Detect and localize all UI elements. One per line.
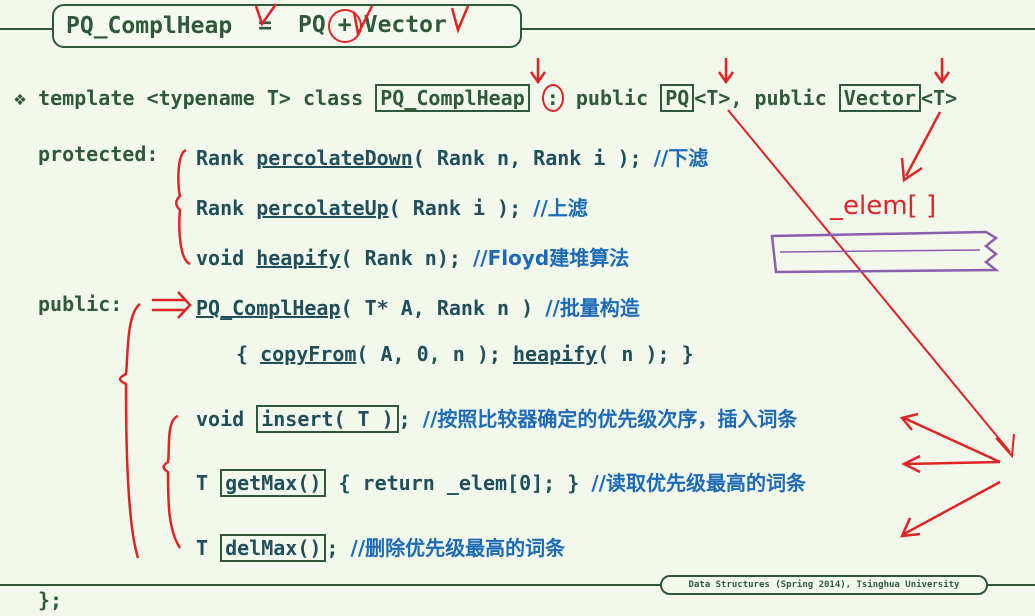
- ctor-fn: PQ_ComplHeap: [196, 296, 341, 320]
- insert-line: void insert( T ); //按照比较器确定的优先级次序，插入词条: [196, 403, 798, 433]
- elem-annotation: _elem[ ]: [829, 191, 936, 221]
- body-args1: ( A, 0, n );: [356, 342, 501, 366]
- p2-type: Rank: [196, 196, 245, 220]
- arrow-down-pq: [717, 58, 735, 85]
- title-pq: PQ: [298, 12, 326, 38]
- title-eq: =: [258, 13, 273, 39]
- delmax-semi: ;: [326, 536, 339, 560]
- title-plus: +: [327, 9, 362, 43]
- arrow-down-class: [529, 58, 547, 85]
- p2-comment: //上滤: [533, 196, 588, 220]
- p3-fn: heapify: [256, 246, 341, 270]
- decl-t2: <T>: [921, 86, 958, 110]
- body-fn2: heapify: [512, 342, 598, 366]
- p1-comment: //下滤: [653, 146, 709, 170]
- arrow-to-insert: [899, 412, 1001, 464]
- getmax-sig: getMax(): [220, 469, 327, 497]
- ctor-comment: //批量构造: [545, 296, 640, 320]
- decl-class-name: PQ_ComplHeap: [375, 84, 530, 112]
- ctor-line: PQ_ComplHeap( T* A, Rank n ) //批量构造: [196, 292, 640, 321]
- insert-semi: ;: [398, 407, 411, 431]
- decl-colon: :: [541, 84, 564, 112]
- body-fn1: copyFrom: [260, 342, 357, 366]
- footer-credit: Data Structures (Spring 2014), Tsinghua …: [660, 575, 988, 595]
- protected-brace: [175, 148, 191, 266]
- p2-args: ( Rank i );: [388, 196, 522, 220]
- decl-template: template <typename T> class: [38, 86, 364, 110]
- insert-comment: //按照比较器确定的优先级次序，插入词条: [422, 407, 798, 431]
- ctor-body-line: { copyFrom( A, 0, n ); heapify( n ); }: [236, 342, 694, 366]
- getmax-comment: //读取优先级最高的词条: [591, 471, 806, 495]
- insert-type: void: [196, 407, 245, 431]
- delmax-comment: //删除优先级最高的词条: [350, 536, 566, 560]
- ctor-args: ( T* A, Rank n ): [340, 296, 534, 320]
- p3-type: void: [196, 246, 245, 270]
- protected-line-3: void heapify( Rank n); //Floyd建堆算法: [196, 242, 629, 271]
- getmax-type: T: [196, 471, 209, 495]
- protected-line-2: Rank percolateUp( Rank i ); //上滤: [196, 192, 588, 221]
- delmax-type: T: [196, 536, 209, 560]
- getmax-body: { return _elem[0]; }: [338, 471, 580, 495]
- p3-comment: //Floyd建堆算法: [472, 246, 630, 270]
- arrow-to-delmax: [899, 480, 1001, 538]
- ctor-double-arrow: [152, 291, 192, 319]
- p3-args: ( Rank n);: [340, 246, 461, 270]
- decl-vector: Vector: [838, 84, 922, 112]
- title-left: PQ_ComplHeap: [66, 13, 233, 39]
- slide-title: PQ_ComplHeap = PQ + Vector: [52, 4, 522, 48]
- p1-type: Rank: [196, 146, 245, 170]
- delmax-line: T delMax(); //删除优先级最高的词条: [196, 532, 566, 562]
- p2-fn: percolateUp: [256, 196, 389, 220]
- p1-fn: percolateDown: [256, 146, 413, 170]
- class-declaration: ❖ template <typename T> class PQ_ComplHe…: [14, 84, 958, 112]
- protected-label: protected:: [38, 142, 159, 166]
- closing-brace: };: [38, 588, 63, 612]
- bullet-icon: ❖: [14, 86, 27, 110]
- protected-line-1: Rank percolateDown( Rank n, Rank i ); //…: [196, 142, 708, 171]
- delmax-sig: delMax(): [220, 534, 327, 562]
- array-sketch: [770, 230, 1000, 274]
- decl-pq: PQ: [660, 84, 695, 112]
- body-args2: ( n );: [597, 342, 670, 366]
- getmax-line: T getMax() { return _elem[0]; } //读取优先级最…: [196, 467, 806, 497]
- body-open: {: [236, 342, 249, 366]
- public-label: public:: [38, 292, 123, 316]
- title-vector: Vector: [363, 12, 447, 38]
- array-sketch-inner: [779, 249, 981, 253]
- decl-public2: public: [754, 86, 827, 110]
- body-close: }: [681, 342, 694, 366]
- public-outer-brace: [118, 302, 141, 559]
- title-rhs: PQ + Vector: [298, 9, 447, 43]
- arrow-down-vector: [933, 58, 951, 85]
- insert-sig: insert( T ): [256, 405, 399, 433]
- decl-public1: public: [575, 86, 649, 110]
- arrow-to-getmax: [901, 454, 1001, 474]
- p1-args: ( Rank n, Rank i );: [412, 146, 642, 170]
- public-inner-brace: [162, 414, 182, 549]
- arrow-vector-to-elem: [900, 111, 942, 183]
- decl-t1: <T>,: [694, 86, 743, 110]
